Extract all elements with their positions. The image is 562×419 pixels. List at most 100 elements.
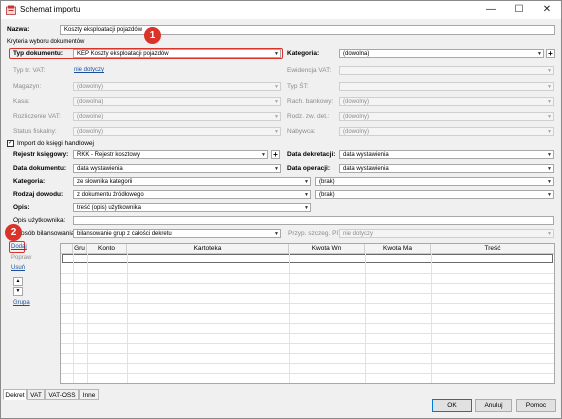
user-description-input[interactable] xyxy=(73,216,554,225)
cash-register-select[interactable]: (dowolna) ▼ xyxy=(73,97,281,106)
bank-account-label: Rach. bankowy: xyxy=(287,98,334,105)
name-input[interactable]: Koszty eksploatacji pojazdów xyxy=(60,25,555,35)
ok-button[interactable]: OK xyxy=(432,399,472,412)
grid-col-credit[interactable]: Kwota Ma xyxy=(365,244,431,253)
retail-return-type-select[interactable]: (dowolny) ▼ xyxy=(339,112,554,121)
chevron-down-icon: ▼ xyxy=(274,99,279,105)
fixed-asset-type-select[interactable]: ▼ xyxy=(339,82,554,91)
buyer-label: Nabywca: xyxy=(287,128,316,135)
tab-inne[interactable]: Inne xyxy=(79,389,99,400)
fiscal-status-select[interactable]: (dowolny) ▼ xyxy=(73,127,281,136)
import-checkbox-label: Import do księgi handlowej xyxy=(17,140,94,147)
balancing-method-select[interactable]: bilansowanie grup z całości dekretu ▼ xyxy=(73,229,281,238)
add-register-button[interactable]: + xyxy=(271,150,280,159)
grid-col-debit[interactable]: Kwota Wn xyxy=(289,244,365,253)
grid-col-content[interactable]: Treść xyxy=(431,244,554,253)
grid-col-card[interactable]: Kartoteka xyxy=(127,244,289,253)
category-top-label: Kategoria: xyxy=(287,50,320,57)
pit-case-select[interactable]: nie dotyczy ▼ xyxy=(339,229,554,238)
operation-date-select[interactable]: data wystawienia ▼ xyxy=(339,164,554,173)
cancel-button[interactable]: Anuluj xyxy=(475,399,512,412)
grid-row-line xyxy=(61,343,554,344)
group-link[interactable]: Grupa xyxy=(13,300,30,306)
move-up-button[interactable]: ▲ xyxy=(13,277,23,286)
annotation-badge-1: 1 xyxy=(144,27,161,44)
add-category-button[interactable]: + xyxy=(546,49,555,58)
ledger-register-value: RKK - Rejestr kosztowy xyxy=(77,152,141,158)
document-date-select[interactable]: data wystawienia ▼ xyxy=(73,164,281,173)
grid-header: Gru Konto Kartoteka Kwota Wn Kwota Ma Tr… xyxy=(61,244,554,254)
tab-dekret[interactable]: Dekret xyxy=(3,389,27,400)
description-label: Opis: xyxy=(13,204,30,211)
chevron-down-icon: ▼ xyxy=(547,99,552,105)
maximize-button[interactable]: ☐ xyxy=(505,1,533,19)
grid-row-line xyxy=(61,353,554,354)
vat-settlement-select[interactable]: (dowolne) ▼ xyxy=(73,112,281,121)
chevron-down-icon: ▼ xyxy=(547,114,552,120)
vat-type-label: Typ tr. VAT: xyxy=(13,67,46,74)
evidence-type-right-value: (brak) xyxy=(319,192,335,198)
grid-col-group[interactable]: Gru xyxy=(73,244,87,253)
posting-date-select[interactable]: data wystawienia ▼ xyxy=(339,150,554,159)
grid-col-account[interactable]: Konto xyxy=(87,244,127,253)
document-date-value: data wystawienia xyxy=(77,166,123,172)
help-button[interactable]: Pomoc xyxy=(516,399,556,412)
grid-row-line xyxy=(61,313,554,314)
buyer-value: (dowolny) xyxy=(343,129,370,135)
import-schema-window: Schemat importu — ☐ ✕ Nazwa: Koszty eksp… xyxy=(0,0,562,419)
grid-row-line xyxy=(61,293,554,294)
cash-register-label: Kasa: xyxy=(13,98,30,105)
grid-col-line xyxy=(431,253,432,383)
warehouse-value: (dowolny) xyxy=(77,84,104,90)
close-button[interactable]: ✕ xyxy=(533,1,561,19)
evidence-type-select[interactable]: z dokumentu źródłowego ▼ xyxy=(73,190,311,199)
vat-settlement-label: Rozliczenie VAT: xyxy=(13,113,61,120)
add-link[interactable]: Dodaj xyxy=(11,244,27,250)
window-title: Schemat importu xyxy=(20,5,81,14)
grid-row-selected[interactable] xyxy=(62,254,553,263)
warehouse-select[interactable]: (dowolny) ▼ xyxy=(73,82,281,91)
evidence-type-value-select[interactable]: (brak) ▼ xyxy=(315,190,554,199)
document-type-select[interactable]: KEP Koszty eksploatacji pojazdów ▼ xyxy=(73,49,281,58)
category-top-select[interactable]: (dowolna) ▼ xyxy=(339,49,544,58)
chevron-down-icon: ▼ xyxy=(274,51,279,57)
category-value-select[interactable]: (brak) ▼ xyxy=(315,177,554,186)
grid-row-line xyxy=(61,333,554,334)
category-source-select[interactable]: ze słownika kategorii ▼ xyxy=(73,177,311,186)
chevron-down-icon: ▼ xyxy=(547,192,552,198)
posting-grid[interactable]: Gru Konto Kartoteka Kwota Wn Kwota Ma Tr… xyxy=(60,243,555,384)
move-down-button[interactable]: ▼ xyxy=(13,287,23,296)
description-select[interactable]: treść (opis) użytkownika ▼ xyxy=(73,203,311,212)
delete-link[interactable]: Usuń xyxy=(11,265,25,271)
name-label: Nazwa: xyxy=(7,26,30,33)
ledger-register-select[interactable]: RKK - Rejestr kosztowy ▼ xyxy=(73,150,268,159)
balancing-method-value: bilansowanie grup z całości dekretu xyxy=(77,231,172,237)
minimize-button[interactable]: — xyxy=(477,1,505,19)
posting-date-label: Data dekretacji: xyxy=(287,151,336,158)
vat-register-select[interactable]: ▼ xyxy=(339,66,554,75)
tab-vat[interactable]: VAT xyxy=(27,389,45,400)
chevron-down-icon: ▼ xyxy=(547,231,552,237)
tab-vat-oss[interactable]: VAT-OSS xyxy=(45,389,79,400)
category-source-value: ze słownika kategorii xyxy=(77,179,133,185)
chevron-down-icon: ▼ xyxy=(274,84,279,90)
evidence-type-label: Rodzaj dowodu: xyxy=(13,191,64,198)
name-value: Koszty eksploatacji pojazdów xyxy=(64,27,143,33)
posting-date-value: data wystawienia xyxy=(343,152,389,158)
bank-account-select[interactable]: (dowolny) ▼ xyxy=(339,97,554,106)
edit-link[interactable]: Popraw xyxy=(11,255,31,261)
buyer-select[interactable]: (dowolny) ▼ xyxy=(339,127,554,136)
vat-register-label: Ewidencja VAT: xyxy=(287,67,332,74)
document-type-label: Typ dokumentu: xyxy=(13,50,64,57)
chevron-down-icon: ▼ xyxy=(547,68,552,74)
pit-case-value: nie dotyczy xyxy=(343,231,374,237)
operation-date-value: data wystawienia xyxy=(343,166,389,172)
chevron-down-icon: ▼ xyxy=(547,179,552,185)
import-checkbox[interactable]: ✓ xyxy=(7,140,14,147)
grid-col-line xyxy=(73,253,74,383)
chevron-down-icon: ▼ xyxy=(537,51,542,57)
grid-row-line xyxy=(61,363,554,364)
chevron-down-icon: ▼ xyxy=(274,129,279,135)
vat-type-link[interactable]: nie dotyczy xyxy=(74,67,104,73)
grid-col-line xyxy=(365,253,366,383)
